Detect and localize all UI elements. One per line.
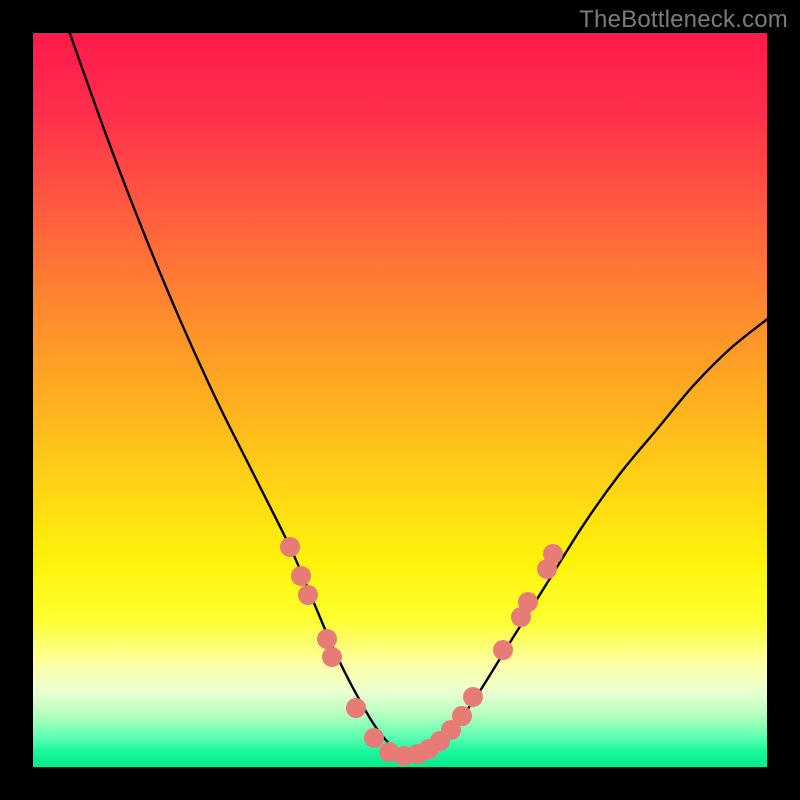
data-point — [291, 566, 311, 586]
data-point — [280, 537, 300, 557]
watermark-text: TheBottleneck.com — [579, 6, 788, 34]
data-point — [317, 629, 337, 649]
data-point — [346, 698, 366, 718]
data-point — [298, 585, 318, 605]
data-point — [518, 592, 538, 612]
data-point — [543, 544, 563, 564]
data-point — [463, 687, 483, 707]
data-point — [452, 706, 472, 726]
data-points-layer — [33, 33, 767, 767]
data-point — [322, 647, 342, 667]
plot-area — [33, 33, 767, 767]
chart-frame: TheBottleneck.com — [0, 0, 800, 800]
data-point — [493, 640, 513, 660]
